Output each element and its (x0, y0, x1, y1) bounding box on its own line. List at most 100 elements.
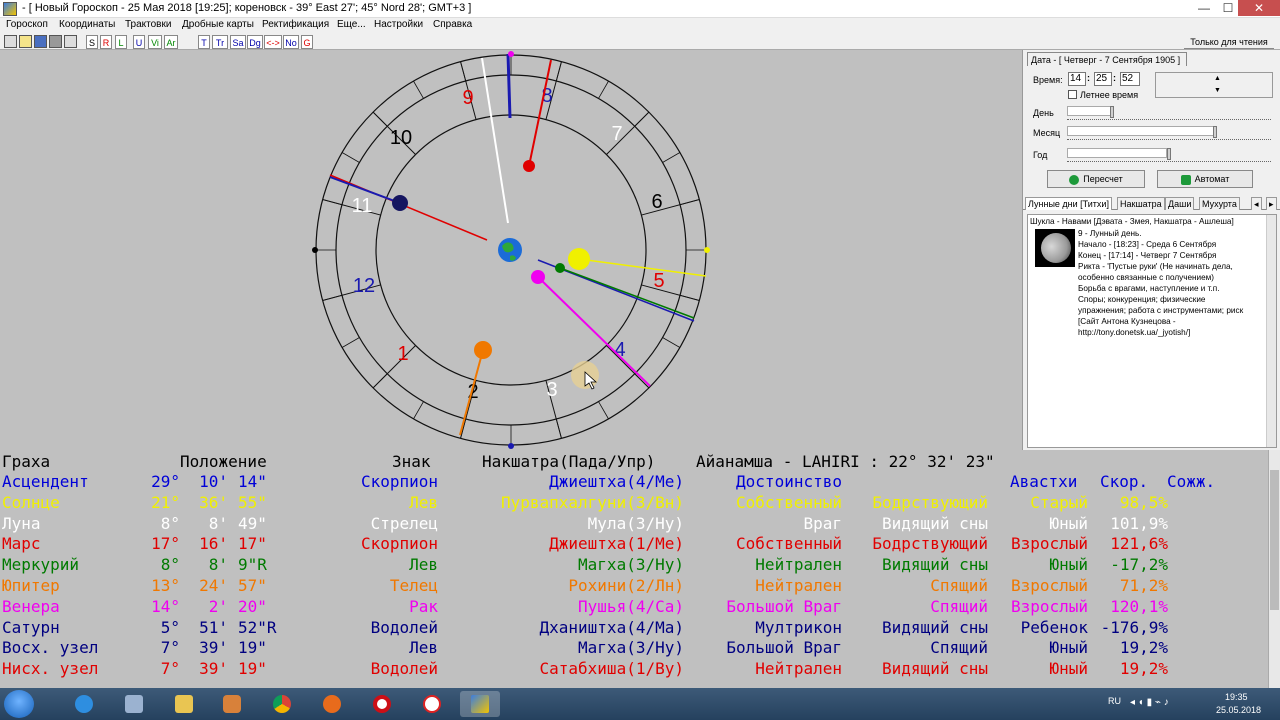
tab-dashi[interactable]: Даши (1165, 197, 1195, 210)
toolbar-l-button[interactable]: L (115, 35, 127, 49)
menu-bar: Гороскоп Координаты Трактовки Дробные ка… (0, 18, 1280, 34)
cell-dig: Нейтрален (755, 576, 842, 595)
toolbar-sa-button[interactable]: Sa (230, 35, 246, 49)
tab-scroll-right-icon[interactable]: ▸ (1266, 197, 1277, 210)
copy-icon[interactable] (64, 35, 77, 48)
table-row[interactable]: Восх. узел 7° 39' 19" Лев Магха(3/Ну) Большой … (0, 638, 1268, 658)
chrome-taskbar-icon[interactable] (262, 691, 302, 717)
cell-sec: 52"R (238, 617, 277, 637)
language-indicator[interactable]: RU (1108, 696, 1121, 706)
cell-sec: 20" (238, 596, 267, 616)
day-field[interactable] (1067, 106, 1111, 116)
table-row[interactable]: Марс 17° 16' 17" Скорпион Джиештха(1/Ме) Собст… (0, 534, 1268, 554)
tab-nakshatra[interactable]: Накшатра (1117, 197, 1165, 210)
cell-speed: 98,5% (1119, 492, 1168, 512)
cell-dig: Большой Враг (726, 638, 842, 658)
ie-taskbar-icon[interactable] (64, 691, 104, 717)
menu-more[interactable]: Еще... (337, 19, 366, 30)
menu-rectification[interactable]: Ректификация (262, 19, 329, 30)
yandex-taskbar-icon[interactable] (412, 691, 452, 717)
cell-sec: 9"R (238, 555, 267, 575)
table-row[interactable]: Сатурн 5° 51' 52"R Водолей Дхаништха(4/Ма) Мул… (0, 618, 1268, 638)
menu-help[interactable]: Справка (433, 19, 472, 30)
tab-lunar-days[interactable]: Лунные дни [Титхи] (1025, 197, 1112, 210)
cell-dig: Собственный (736, 534, 842, 554)
cell-min: 8' (208, 555, 228, 575)
cell-sign: Лев (409, 492, 438, 512)
recalc-button[interactable]: Пересчет (1047, 170, 1145, 188)
summer-time-checkbox[interactable] (1068, 90, 1077, 99)
toolbar-ar-button[interactable]: Ar (164, 35, 178, 49)
opera-taskbar-icon[interactable] (362, 691, 402, 717)
year-slider[interactable] (1067, 158, 1271, 162)
print-icon[interactable] (49, 35, 62, 48)
toolbar-vi-button[interactable]: Vi (148, 35, 162, 49)
toolbar-no-button[interactable]: No (283, 35, 299, 49)
cell-nak: Пушья(4/Са) (578, 596, 684, 616)
toolbar-swap-button[interactable]: <-> (264, 35, 282, 49)
cell-age: Взрослый (1010, 576, 1088, 595)
info-scrollbar[interactable] (1266, 215, 1276, 447)
month-field[interactable] (1067, 126, 1215, 136)
toolbar-s-button[interactable]: S (86, 35, 98, 49)
app-taskbar-icon[interactable] (312, 691, 352, 717)
hours-field[interactable]: 14 (1068, 72, 1086, 86)
toolbar-g-button[interactable]: G (301, 35, 313, 49)
title-bar: - [ Новый Гороскоп - 25 Мая 2018 [19:25]… (0, 0, 1280, 18)
date-tab[interactable]: Дата - [ Четверг - 7 Сентября 1905 ] (1027, 52, 1187, 66)
table-row[interactable]: Венера 14° 2' 20" Рак Пушья(4/Са) Большой Враг… (0, 597, 1268, 617)
table-scrollbar[interactable] (1268, 450, 1280, 688)
minutes-field[interactable]: 25 (1094, 72, 1112, 86)
toolbar-dg-button[interactable]: Dg (247, 35, 263, 49)
seconds-field[interactable]: 52 (1120, 72, 1140, 86)
save-icon[interactable] (34, 35, 47, 48)
cell-dig: Достоинство (736, 472, 842, 491)
header-position: Положение (180, 452, 267, 471)
header-ayanamsha: Айанамша - LAHIRI : 22° 32' 23" (696, 452, 995, 471)
start-button-icon[interactable] (4, 690, 34, 718)
house-number-5: 5 (653, 270, 664, 292)
clock-time[interactable]: 19:35 (1225, 692, 1248, 702)
tool-taskbar-icon[interactable] (114, 691, 154, 717)
clock-date[interactable]: 25.05.2018 (1216, 705, 1261, 715)
menu-divisional-charts[interactable]: Дробные карты (182, 19, 254, 30)
tab-scroll-left-icon[interactable]: ◂ (1251, 197, 1262, 210)
tab-muhurta[interactable]: Мухурта (1199, 197, 1240, 210)
cell-min: 16' (199, 534, 228, 554)
year-label: Год (1033, 150, 1048, 160)
menu-settings[interactable]: Настройки (374, 19, 423, 30)
cell-speed: 19,2% (1119, 659, 1168, 679)
cell-awake: Бодрствующий (872, 492, 988, 512)
tray-icons[interactable]: ◂ ◖ ▮ ⌁ ♪ (1130, 697, 1169, 708)
toolbar-u-button[interactable]: U (133, 35, 145, 49)
open-folder-icon[interactable] (19, 35, 32, 48)
table-row[interactable]: Нисх. узел 7° 39' 19" Водолей Сатабхиша(1/Ву)… (0, 659, 1268, 679)
cell-sec: 19" (238, 638, 267, 658)
house-number-12: 12 (353, 275, 375, 297)
close-button[interactable]: ✕ (1238, 0, 1280, 16)
table-row[interactable]: Меркурий 8° 8' 9"R Лев Магха(3/Ну) Нейтрален Ви… (0, 555, 1268, 575)
new-file-icon[interactable] (4, 35, 17, 48)
explorer-taskbar-icon[interactable] (164, 691, 204, 717)
table-row[interactable]: Асцендент 29° 10' 14" Скорпион Джиештха(4/Ме)… (0, 472, 1268, 492)
toolbar-t-button[interactable]: T (198, 35, 210, 49)
toolbar-r-button[interactable]: R (100, 35, 112, 49)
toolbar-tr-button[interactable]: Tr (212, 35, 228, 49)
astro-taskbar-icon[interactable] (460, 691, 500, 717)
auto-button[interactable]: Автомат (1157, 170, 1253, 188)
menu-horoscope[interactable]: Гороскоп (6, 19, 48, 30)
media-taskbar-icon[interactable] (212, 691, 252, 717)
readonly-button[interactable]: Только для чтения (1184, 35, 1274, 49)
info-line: Начало - [18:23] - Среда 6 Сентября (1078, 240, 1217, 249)
table-row[interactable]: Луна 8° 8' 49" Стрелец Мула(3/Ну) Враг Видящий … (0, 514, 1268, 534)
mercury-marker (555, 263, 565, 273)
table-row[interactable]: Солнце 21° 36' 55" Лев Пурвапхалгуни(3/Вн) Соб… (0, 493, 1268, 513)
year-field[interactable] (1067, 148, 1167, 158)
cell-sec: 57" (238, 576, 267, 595)
day-slider[interactable] (1067, 116, 1271, 120)
menu-coordinates[interactable]: Координаты (59, 19, 115, 30)
time-spinner[interactable]: ▲ ▼ (1155, 72, 1273, 98)
table-row[interactable]: Юпитер 13° 24' 57" Телец Рохини(2/Лн) Нейтрале… (0, 576, 1268, 596)
month-slider[interactable] (1067, 136, 1271, 140)
menu-interpretations[interactable]: Трактовки (125, 19, 171, 30)
